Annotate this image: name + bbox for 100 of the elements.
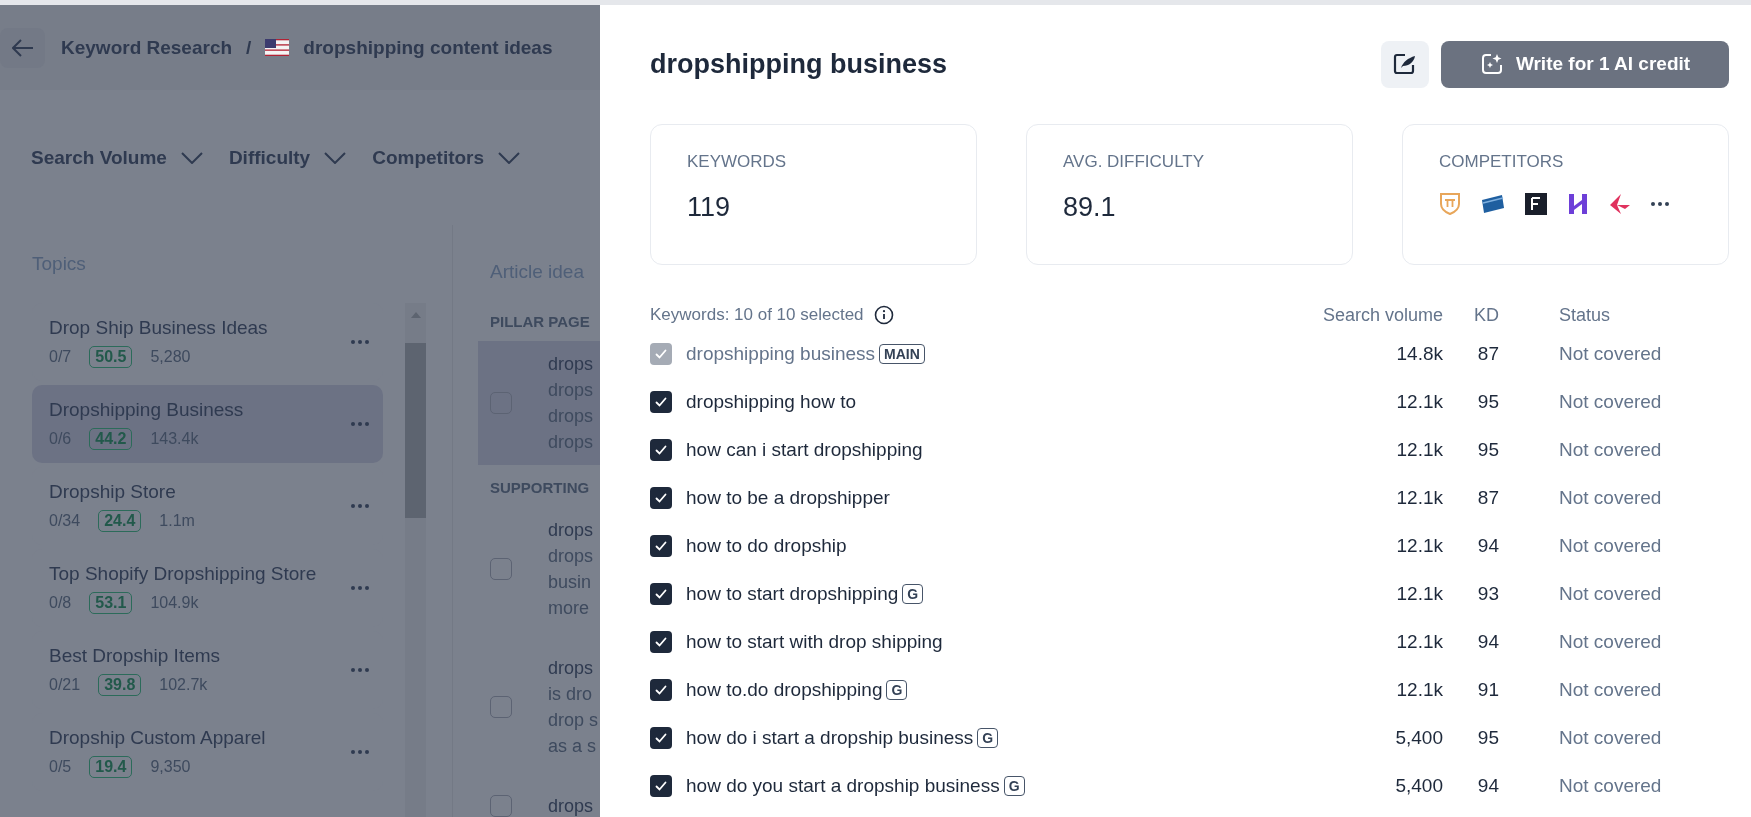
stat-value: 119 <box>687 192 732 223</box>
difficulty-badge: 50.5 <box>89 345 133 368</box>
volume-cell-text: 5,400 <box>1394 775 1443 797</box>
column-header: KD <box>1473 304 1499 326</box>
keyword-text: how to do dropship <box>686 535 847 557</box>
bars-logo-icon <box>1567 193 1589 215</box>
keyword-checkbox[interactable] <box>650 775 672 797</box>
check-icon <box>654 539 668 553</box>
status-cell-text: Not covered <box>1558 631 1663 653</box>
topic-name: Dropshipping Business <box>49 398 245 422</box>
topic-name: Best Dropship Items <box>49 644 222 668</box>
sparkle-icon <box>1479 52 1504 76</box>
kd-cell-text: 91 <box>1476 679 1499 701</box>
filter-dropdown[interactable]: Competitors <box>372 128 521 188</box>
status-cell-text: Not covered <box>1558 679 1663 701</box>
difficulty-badge: 53.1 <box>89 591 133 614</box>
topic-volume: 102.7k <box>159 675 208 694</box>
group-heading: SUPPORTING <box>489 479 591 498</box>
article-description: more <box>548 597 590 620</box>
kd-cell-text: 93 <box>1476 583 1499 605</box>
info-icon[interactable] <box>873 305 894 325</box>
article-checkbox[interactable] <box>490 795 512 817</box>
article-title: drops <box>548 353 594 376</box>
back-button[interactable] <box>0 27 45 68</box>
volume-cell-text: 12.1k <box>1395 583 1443 605</box>
keywords-summary: Keywords: 10 of 10 selected <box>650 305 864 325</box>
keyword-text: how can i start dropshipping <box>686 439 923 461</box>
topic-progress: 0/34 <box>49 511 81 530</box>
write-button[interactable]: Write for 1 AI credit <box>1441 40 1729 88</box>
article-title: drops <box>548 795 594 817</box>
kd-cell-text: 95 <box>1476 727 1499 749</box>
keyword-text: how to start dropshipping <box>686 583 899 605</box>
article-description: drop s <box>548 709 599 732</box>
volume-cell-text: 12.1k <box>1395 631 1443 653</box>
topic-name: Top Shopify Dropshipping Store <box>49 562 318 586</box>
filter-dropdown[interactable]: Difficulty <box>228 128 347 188</box>
difficulty-badge: 44.2 <box>89 427 133 450</box>
scroll-thumb[interactable] <box>405 343 426 518</box>
keyword-text: how do i start a dropship business <box>686 727 974 749</box>
arrow-logo-icon <box>1609 193 1631 215</box>
stat-label: KEYWORDS <box>687 152 788 172</box>
topic-volume: 5,280 <box>150 347 191 366</box>
topic-volume: 1.1m <box>159 511 195 530</box>
keyword-checkbox[interactable] <box>650 391 672 413</box>
stat-label: COMPETITORS <box>1439 152 1565 172</box>
keyword-checkbox[interactable] <box>650 727 672 749</box>
check-icon <box>654 491 668 505</box>
briefcase-logo-icon <box>1481 194 1505 214</box>
keyword-checkbox[interactable] <box>650 631 672 653</box>
difficulty-badge: 24.4 <box>98 509 142 532</box>
status-cell-text: Not covered <box>1558 487 1663 509</box>
keyword-text: how to start with drop shipping <box>686 631 943 653</box>
breadcrumb-separator: / <box>246 36 252 59</box>
filter-dropdown[interactable]: Search Volume <box>31 128 203 188</box>
column-header: Status <box>1558 304 1612 326</box>
volume-cell-text: 14.8k <box>1395 343 1443 365</box>
group-heading: PILLAR PAGE <box>489 313 591 332</box>
scrollbar[interactable] <box>405 303 426 817</box>
keyword-tag: MAIN <box>879 344 925 364</box>
status-cell-text: Not covered <box>1558 583 1663 605</box>
article-checkbox[interactable] <box>490 696 512 718</box>
breadcrumb-link[interactable]: Keyword Research <box>61 36 233 59</box>
drawer-title: dropshipping business <box>650 48 947 80</box>
edit-button[interactable] <box>1381 40 1429 88</box>
article-title: drops <box>548 519 594 542</box>
topic-name: Drop Ship Business Ideas <box>49 316 269 340</box>
edit-icon <box>1393 53 1417 75</box>
status-cell-text: Not covered <box>1558 535 1663 557</box>
kd-cell-text: 94 <box>1476 775 1499 797</box>
kd-cell-text: 95 <box>1476 391 1499 413</box>
shield-logo-icon <box>1439 192 1461 216</box>
keyword-checkbox[interactable] <box>650 487 672 509</box>
keyword-checkbox[interactable] <box>650 439 672 461</box>
keyword-checkbox[interactable] <box>650 583 672 605</box>
stat-label: AVG. DIFFICULTY <box>1063 152 1206 172</box>
topic-progress: 0/8 <box>49 593 72 612</box>
column-header: Search volume <box>1321 304 1443 326</box>
arrow-left-icon <box>11 38 34 57</box>
check-icon <box>654 347 668 361</box>
chevron-down-icon <box>180 152 203 164</box>
keyword-tag: G <box>886 680 908 700</box>
volume-cell-text: 12.1k <box>1395 535 1443 557</box>
more-icon[interactable] <box>1651 202 1669 206</box>
check-icon <box>654 779 668 793</box>
volume-cell-text: 12.1k <box>1395 439 1443 461</box>
difficulty-badge: 39.8 <box>98 673 142 696</box>
article-checkbox[interactable] <box>490 558 512 580</box>
check-icon <box>654 443 668 457</box>
keyword-checkbox[interactable] <box>650 535 672 557</box>
chevron-down-icon <box>324 152 347 164</box>
keyword-text: how to.do dropshipping <box>686 679 883 701</box>
keyword-tag: G <box>977 728 999 748</box>
stat-value: 89.1 <box>1063 192 1117 223</box>
article-description: as a s <box>548 735 598 758</box>
volume-cell-text: 12.1k <box>1395 391 1443 413</box>
volume-cell-text: 12.1k <box>1395 679 1443 701</box>
topic-progress: 0/21 <box>49 675 81 694</box>
keyword-checkbox[interactable] <box>650 679 672 701</box>
kd-cell-text: 87 <box>1476 343 1499 365</box>
flag-icon <box>265 39 290 56</box>
